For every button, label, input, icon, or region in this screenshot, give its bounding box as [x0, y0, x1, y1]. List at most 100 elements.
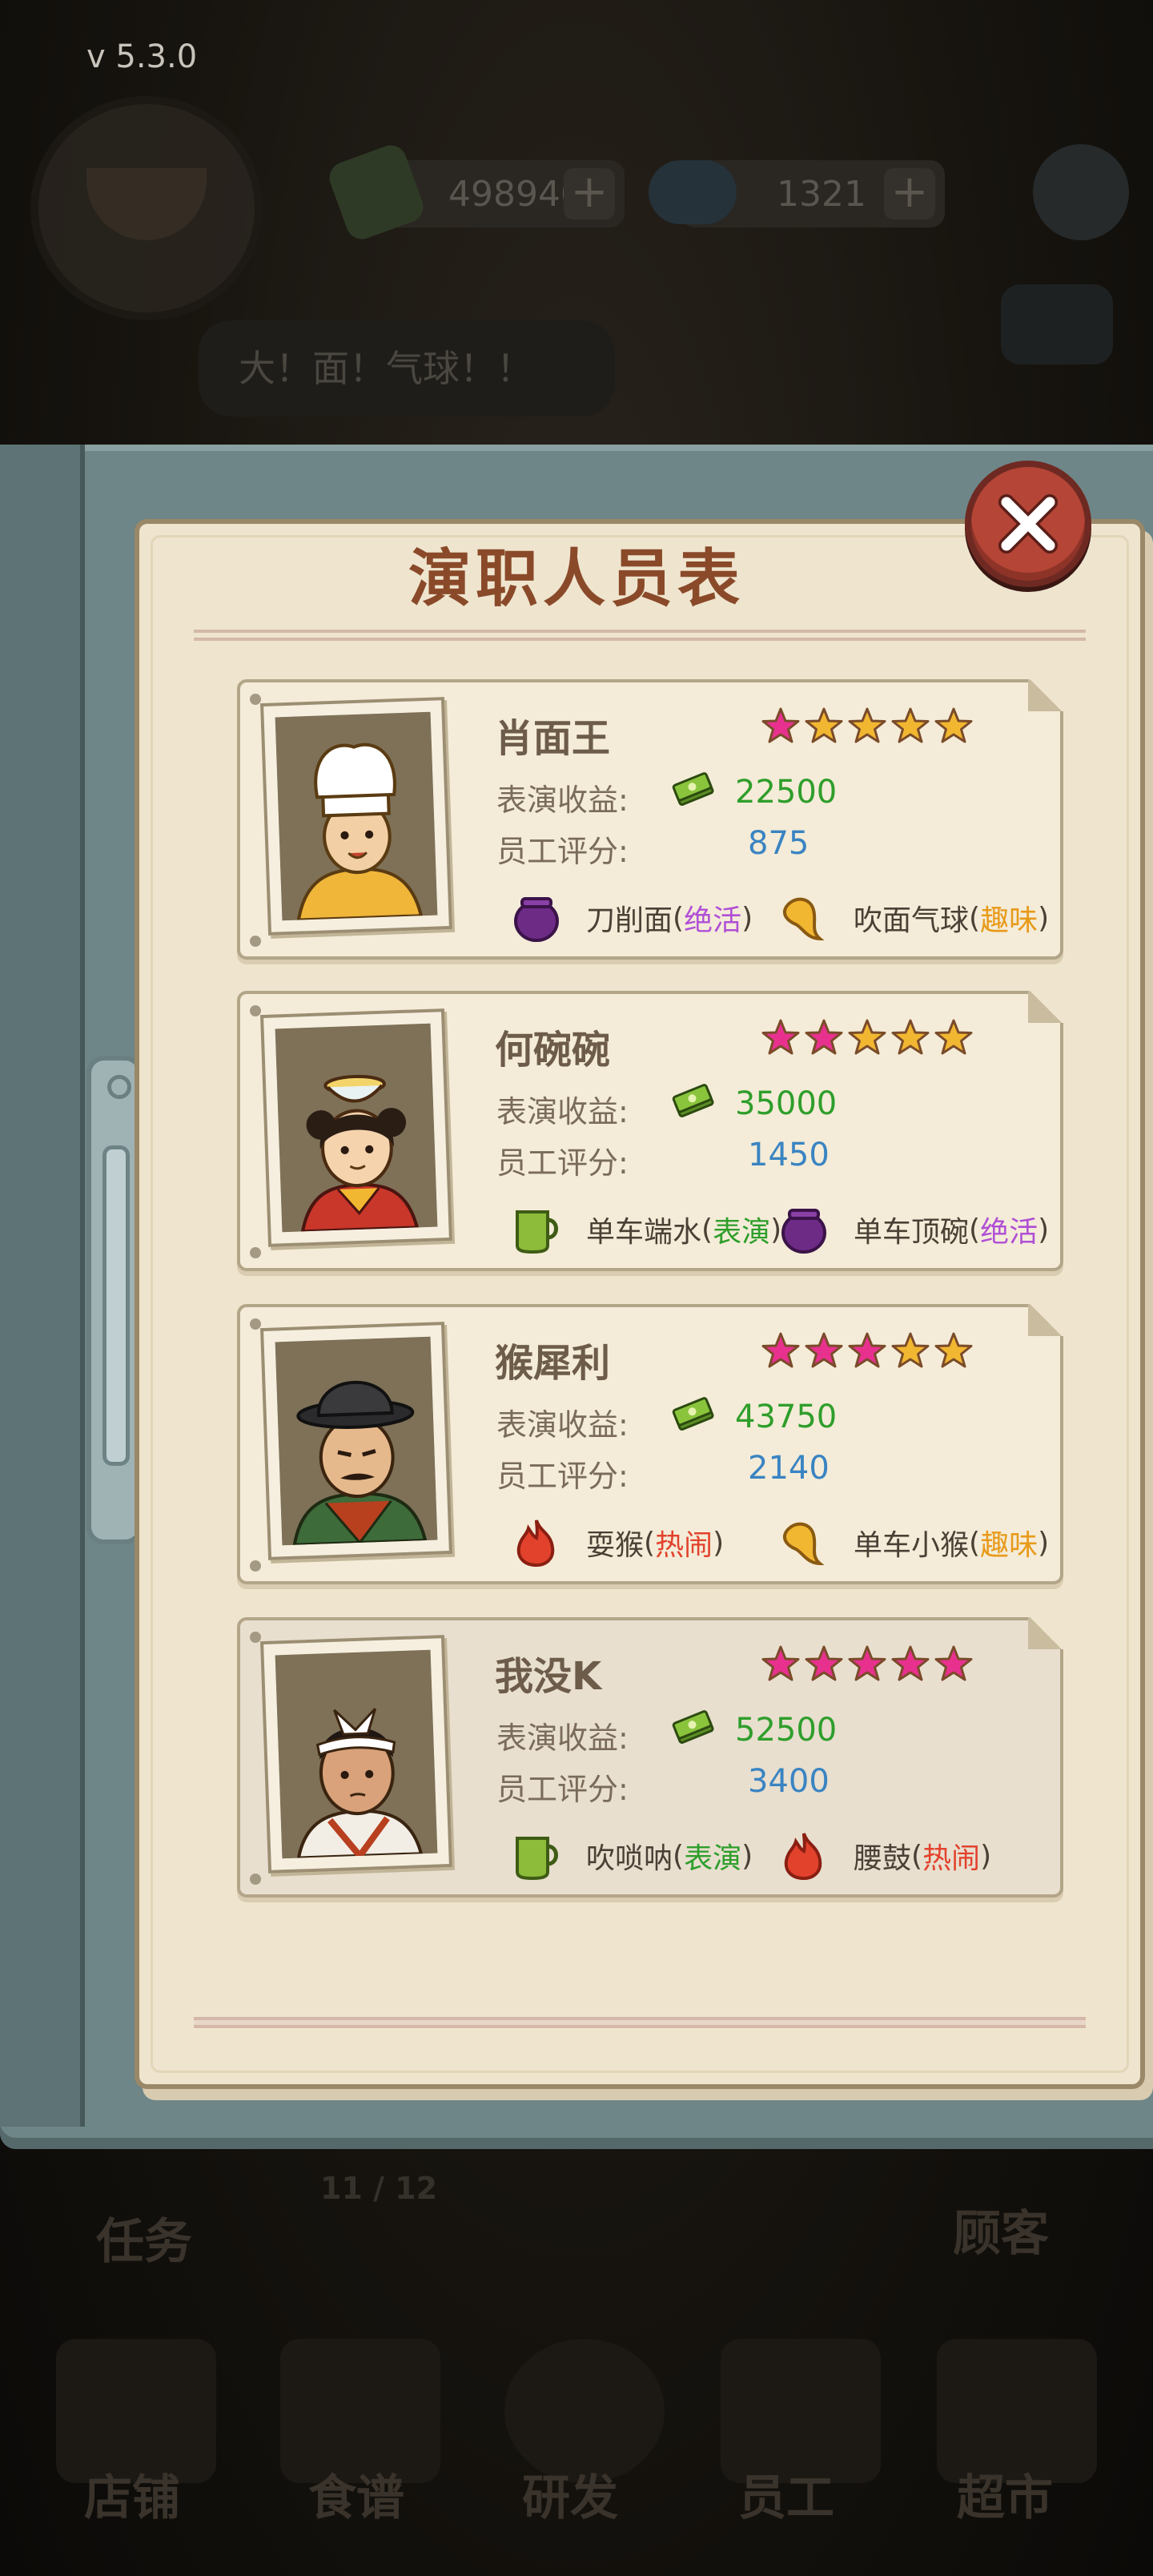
income-label: 表演收益:: [496, 1407, 629, 1443]
rating-value: 1450: [748, 1137, 830, 1173]
skill-category: 表演: [684, 1842, 742, 1875]
cash-icon: [672, 1084, 714, 1117]
purple-pot-icon: [778, 1204, 830, 1255]
star-icon: [934, 1332, 973, 1368]
skill-category: 趣味: [980, 1529, 1039, 1562]
red-flame-icon: [511, 1517, 562, 1568]
skill-name: 单车小猴: [854, 1529, 970, 1562]
rating-value: 875: [748, 825, 810, 862]
rating-value: 3400: [748, 1763, 830, 1800]
star-icon: [805, 707, 843, 743]
skill-item: 单车小猴(趣味): [778, 1517, 1049, 1568]
star-rating: [761, 1644, 974, 1684]
star-icon: [891, 707, 930, 743]
rating-label: 员工评分:: [496, 1772, 629, 1807]
skill-item: 刀削面(绝活): [511, 892, 753, 944]
star-icon: [761, 1645, 800, 1681]
skill-item: 耍猴(热闹): [511, 1517, 724, 1568]
skill-category: 绝活: [684, 904, 742, 937]
gem-counter: 1321 +: [649, 160, 945, 227]
gem-value: 1321: [777, 173, 866, 215]
skill-item: 吹唢呐(表演): [511, 1830, 753, 1882]
star-icon: [891, 1019, 930, 1055]
nav-shop: 店铺: [84, 2470, 180, 2526]
skill-name: 腰鼓: [854, 1842, 912, 1875]
star-rating: [761, 1331, 974, 1371]
star-icon: [934, 707, 973, 743]
skill-name: 吹面气球: [854, 904, 970, 937]
star-icon: [848, 1332, 886, 1368]
performer-card[interactable]: 我没K 表演收益: 52500 员工评分: 3400 吹唢呐(表演) 腰鼓(热闹…: [237, 1617, 1063, 1898]
skill-name: 刀削面: [586, 904, 673, 937]
skill-name: 单车顶碗: [854, 1216, 970, 1249]
star-icon: [761, 1332, 800, 1368]
income-label: 表演收益:: [496, 783, 629, 818]
performer-portrait: [260, 1008, 452, 1247]
add-money-button: +: [564, 168, 615, 219]
performer-name: 肖面王: [495, 716, 611, 761]
star-icon: [805, 1019, 843, 1055]
skill-name: 耍猴: [586, 1529, 645, 1562]
star-icon: [891, 1645, 930, 1681]
version-label: v 5.3.0: [86, 38, 198, 75]
performer-name: 我没K: [495, 1654, 602, 1699]
shop-logo: [38, 104, 255, 312]
star-icon: [891, 1332, 930, 1368]
skill-category: 趣味: [980, 904, 1039, 937]
star-rating: [761, 1018, 974, 1058]
star-rating: [761, 706, 974, 747]
skill-name: 吹唢呐: [586, 1842, 673, 1875]
money-counter: 4989408 +: [324, 140, 625, 244]
skill-name: 单车端水: [586, 1216, 702, 1249]
nav-research: 研发: [522, 2470, 618, 2526]
skill-category: 绝活: [980, 1216, 1039, 1249]
purple-pot-icon: [511, 892, 562, 944]
skill-item: 吹面气球(趣味): [778, 892, 1049, 944]
skill-category: 表演: [713, 1216, 771, 1249]
skill-item: 单车端水(表演): [511, 1204, 781, 1255]
performer-card[interactable]: 猴犀利 表演收益: 43750 员工评分: 2140 耍猴(热闹) 单车小猴(趣…: [237, 1304, 1063, 1584]
bottom-area: 任务 11 / 12 顾客 店铺 食谱 研发 员工 超市: [0, 2139, 1153, 2576]
star-icon: [805, 1645, 843, 1681]
rating-label: 员工评分:: [496, 1459, 629, 1494]
star-icon: [761, 1019, 800, 1055]
income-value: 52500: [735, 1712, 838, 1749]
nav-market: 超市: [957, 2470, 1053, 2526]
customers-label: 顾客: [953, 2206, 1049, 2262]
bottom-divider: [194, 2017, 1086, 2028]
star-icon: [934, 1645, 973, 1681]
close-button[interactable]: [965, 461, 1091, 587]
performer-card[interactable]: 何碗碗 表演收益: 35000 员工评分: 1450 单车端水(表演) 单车顶碗…: [237, 991, 1063, 1271]
nav-recipes: 食谱: [308, 2470, 404, 2526]
cash-icon: [672, 772, 714, 806]
skill-category: 热闹: [922, 1842, 981, 1875]
green-cup-icon: [511, 1830, 562, 1882]
gear-icon: [1033, 144, 1129, 240]
performer-card[interactable]: 肖面王 表演收益: 22500 员工评分: 875 刀削面(绝活) 吹面气球(趣…: [237, 679, 1063, 960]
performer-name: 何碗碗: [495, 1028, 611, 1073]
rating-label: 员工评分:: [496, 834, 629, 869]
rating-label: 员工评分:: [496, 1145, 629, 1181]
green-cup-icon: [511, 1204, 562, 1255]
add-gems-button: +: [884, 168, 935, 219]
nav-staff: 员工: [738, 2470, 834, 2526]
star-icon: [805, 1332, 843, 1368]
gem-icon: [649, 160, 737, 224]
star-icon: [848, 1645, 886, 1681]
performer-name: 猴犀利: [495, 1341, 611, 1386]
tasks-label: 任务: [96, 2214, 192, 2270]
cash-icon: [672, 1710, 714, 1744]
income-value: 43750: [735, 1399, 838, 1435]
performer-portrait: [260, 1322, 452, 1560]
performer-portrait: [260, 1635, 452, 1874]
skill-item: 腰鼓(热闹): [778, 1830, 991, 1882]
yellow-balloon-icon: [778, 892, 830, 944]
cabinet-door-edge: [0, 445, 85, 2127]
star-icon: [934, 1019, 973, 1055]
cash-icon: [672, 1397, 714, 1431]
cabinet-latch: [102, 1145, 130, 1466]
progress-label: 11 / 12: [320, 2171, 438, 2206]
skill-category: 热闹: [655, 1529, 713, 1562]
star-icon: [761, 707, 800, 743]
income-label: 表演收益:: [496, 1721, 629, 1756]
